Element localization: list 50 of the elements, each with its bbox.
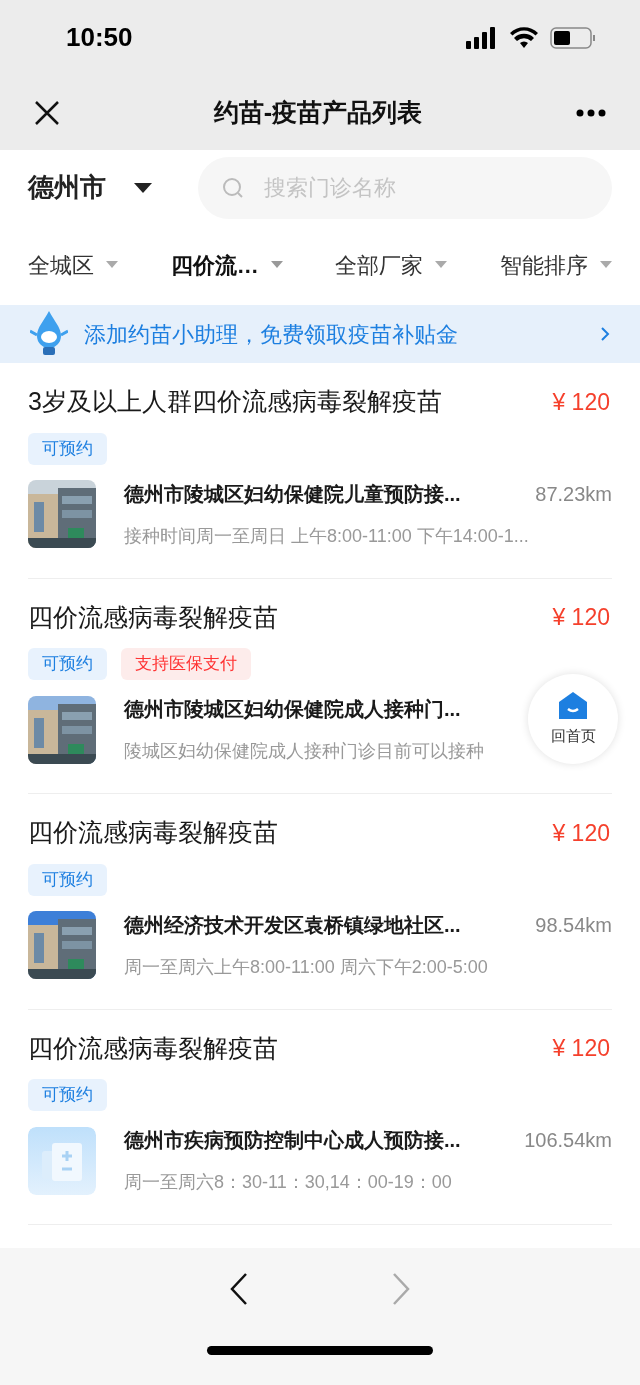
promo-banner[interactable]: 添加约苗小助理，免费领取疫苗补贴金 [0, 305, 640, 363]
price: ¥ 120 [552, 387, 610, 417]
vaccine-name: 四价流感病毒裂解疫苗 [28, 817, 278, 848]
distance: 106.54km [524, 1128, 612, 1153]
city-selector[interactable]: 德州市 [28, 168, 174, 207]
status-time: 10:50 [66, 21, 133, 54]
distance: 87.23km [535, 481, 612, 507]
back-button[interactable] [230, 1272, 250, 1306]
filter-dropdown[interactable]: 智能排序 [499, 248, 612, 282]
clinic-name[interactable]: 德州市陵城区妇幼保健院儿童预防接... [124, 478, 461, 509]
vaccine-name: 3岁及以上人群四价流感病毒裂解疫苗 [28, 386, 442, 417]
close-button[interactable] [34, 99, 60, 126]
document-placeholder-icon [28, 1126, 96, 1195]
dropdown-caret-icon [106, 261, 118, 269]
dropdown-caret-icon [599, 261, 612, 269]
house-icon [558, 690, 588, 721]
water-drop-mascot-icon [30, 311, 68, 357]
bookable-tag: 可预约 [28, 1079, 107, 1111]
clinic-name[interactable]: 德州经济技术开发区袁桥镇绿地社区... [124, 909, 461, 940]
vaccine-name: 四价流感病毒裂解疫苗 [28, 601, 278, 633]
signal-icon [466, 26, 498, 49]
bookable-tag: 可预约 [28, 863, 107, 896]
price: ¥ 120 [552, 603, 610, 632]
vaccine-name: 四价流感病毒裂解疫苗 [28, 1032, 278, 1064]
bookable-tag: 可预约 [28, 432, 107, 465]
opening-hours: 接种时间周一至周日 上午8:00-11:00 下午14:00-1... [124, 524, 530, 548]
page-title: 约苗-疫苗产品列表 [213, 96, 423, 128]
banner-text: 添加约苗小助理，免费领取疫苗补贴金 [84, 320, 459, 349]
opening-hours: 周一至周六上午8:00-11:00 周六下午2:00-5:00 [124, 955, 489, 979]
opening-hours: 周一至周六8：30-11：30,14：00-19：00 [124, 1171, 453, 1194]
home-float-button[interactable]: 回首页 [528, 674, 618, 764]
price: ¥ 120 [552, 818, 610, 848]
chevron-right-icon [600, 326, 610, 342]
distance: 98.54km [535, 912, 612, 938]
filter-dropdown[interactable]: 全部厂家 [335, 248, 448, 282]
opening-hours: 陵城区妇幼保健院成人接种门诊目前可以接种 [124, 740, 485, 763]
more-button[interactable] [576, 107, 606, 118]
wifi-icon [510, 26, 538, 49]
dropdown-caret-icon [134, 182, 152, 193]
price: ¥ 120 [552, 1034, 610, 1063]
dropdown-caret-icon [270, 261, 283, 269]
filter-dropdown[interactable]: 四价流… [170, 248, 283, 282]
dropdown-caret-icon [435, 261, 448, 269]
insurance-tag: 支持医保支付 [121, 648, 251, 680]
search-icon [222, 176, 244, 199]
battery-icon [550, 26, 596, 49]
clinic-name[interactable]: 德州市陵城区妇幼保健院成人接种门... [124, 694, 461, 724]
filter-dropdown[interactable]: 全城区 [28, 248, 118, 282]
bookable-tag: 可预约 [28, 648, 107, 680]
clinic-name[interactable]: 德州市疾病预防控制中心成人预防接... [124, 1125, 461, 1155]
